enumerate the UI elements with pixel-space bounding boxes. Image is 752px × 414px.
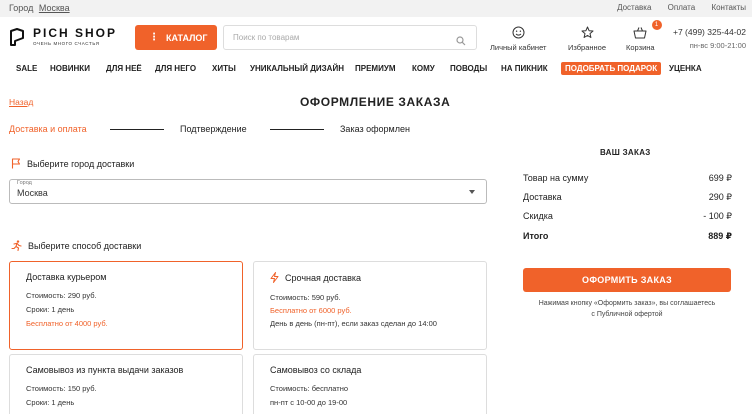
delivery-option-name-row: Срочная доставка: [270, 272, 361, 283]
top-link-payment[interactable]: Оплата: [668, 3, 696, 12]
phone-number[interactable]: +7 (499) 325-44-02: [673, 27, 746, 37]
search-icon[interactable]: [456, 33, 466, 51]
back-link[interactable]: Назад: [9, 97, 33, 107]
nav-item-for-her[interactable]: ДЛЯ НЕЁ: [106, 64, 142, 73]
delivery-option-name: Срочная доставка: [285, 272, 362, 283]
smile-icon: [490, 25, 546, 40]
city-field-value: Москва: [17, 188, 48, 198]
nav-item-picnic[interactable]: НА ПИКНИК: [501, 64, 548, 73]
delivery-option-term: Сроки: 1 день: [26, 305, 75, 314]
delivery-option-express[interactable]: Срочная доставка Стоимость: 590 руб. Бес…: [253, 261, 487, 350]
summary-label: Товар на сумму: [523, 173, 589, 183]
delivery-option-free-from: Бесплатно от 4000 руб.: [26, 319, 108, 328]
city-section-heading: Выберите город доставки: [11, 158, 134, 169]
summary-row-total: Итого 889 ₽: [523, 231, 732, 242]
nav-item-new[interactable]: НОВИНКИ: [50, 64, 90, 73]
summary-label: Доставка: [523, 192, 562, 202]
main-nav: SALE НОВИНКИ ДЛЯ НЕЁ ДЛЯ НЕГО ХИТЫ УНИКА…: [0, 62, 752, 78]
summary-value: - 100 ₽: [703, 211, 732, 221]
city-link[interactable]: Москва: [39, 3, 70, 13]
summary-value: 290 ₽: [708, 192, 732, 202]
running-man-icon: [11, 240, 22, 251]
delivery-option-name: Самовывоз со склада: [270, 365, 362, 375]
account-label: Личный кабинет: [490, 43, 547, 52]
order-summary-title: ВАШ ЗАКАЗ: [600, 148, 651, 157]
working-hours: пн-вс 9:00-21:00: [689, 41, 746, 50]
logo[interactable]: PICH SHOP очень много счастья: [9, 27, 117, 46]
logo-mark-icon: [9, 27, 25, 46]
delivery-heading-text: Выберите способ доставки: [28, 240, 142, 251]
flag-icon: [11, 158, 21, 169]
nav-item-unique-design[interactable]: УНИКАЛЬНЫЙ ДИЗАЙН: [250, 64, 344, 73]
catalog-button[interactable]: ⋮ КАТАЛОГ: [135, 25, 217, 50]
dropdown-arrow-icon: [469, 190, 475, 194]
delivery-option-hours: пн-пт с 10-00 до 19-00: [270, 398, 348, 407]
delivery-option-warehouse-pickup[interactable]: Самовывоз со склада Стоимость: бесплатно…: [253, 354, 487, 414]
step-confirmation: Подтверждение: [180, 124, 247, 134]
delivery-option-pickup-point[interactable]: Самовывоз из пункта выдачи заказов Стоим…: [9, 354, 243, 414]
summary-label: Скидка: [523, 211, 553, 221]
agreement-text: Нажимая кнопку «Оформить заказ», вы согл…: [538, 300, 716, 307]
logo-slogan: очень много счастья: [33, 41, 100, 46]
nav-item-markdown[interactable]: УЦЕНКА: [669, 64, 702, 73]
star-icon: [568, 25, 606, 40]
search-input[interactable]: [233, 33, 433, 42]
logo-name: PICH SHOP: [33, 26, 118, 40]
nav-item-sale[interactable]: SALE: [16, 64, 37, 73]
nav-item-for-him[interactable]: ДЛЯ НЕГО: [155, 64, 196, 73]
step-delivery-payment: Доставка и оплата: [9, 124, 87, 134]
cart-link[interactable]: 1 Корзина: [626, 20, 662, 52]
summary-label: Итого: [523, 231, 549, 241]
favorites-link[interactable]: Избранное: [568, 25, 606, 52]
place-order-button[interactable]: ОФОРМИТЬ ЗАКАЗ: [523, 268, 731, 292]
agreement-note: Нажимая кнопку «Оформить заказ», вы согл…: [523, 298, 731, 320]
summary-row-goods: Товар на сумму 699 ₽: [523, 173, 732, 184]
delivery-option-free-from: Бесплатно от 6000 руб.: [270, 306, 352, 315]
nav-item-hits[interactable]: ХИТЫ: [212, 64, 236, 73]
delivery-option-cost: Стоимость: 290 руб.: [26, 291, 97, 300]
summary-value: 699 ₽: [708, 173, 732, 183]
delivery-option-name: Самовывоз из пункта выдачи заказов: [26, 365, 184, 375]
account-link[interactable]: Личный кабинет: [490, 25, 546, 52]
delivery-option-cost: Стоимость: бесплатно: [270, 384, 349, 393]
top-link-contacts[interactable]: Контакты: [711, 3, 746, 12]
page-title: ОФОРМЛЕНИЕ ЗАКАЗА: [300, 95, 451, 109]
top-link-delivery[interactable]: Доставка: [617, 3, 651, 12]
summary-value: 889 ₽: [708, 231, 732, 241]
delivery-option-courier[interactable]: Доставка курьером Стоимость: 290 руб. Ср…: [9, 261, 243, 350]
search-box[interactable]: [223, 25, 477, 50]
summary-row-delivery: Доставка 290 ₽: [523, 192, 732, 203]
city-heading-text: Выберите город доставки: [27, 158, 135, 169]
delivery-option-cost: Стоимость: 590 руб.: [270, 293, 341, 302]
nav-item-pick-gift[interactable]: ПОДОБРАТЬ ПОДАРОК: [561, 62, 662, 75]
city-selector: Город Москва: [9, 3, 70, 13]
delivery-option-cost: Стоимость: 150 руб.: [26, 384, 97, 393]
nav-item-whom[interactable]: КОМУ: [412, 64, 435, 73]
nav-item-premium[interactable]: ПРЕМИУМ: [355, 64, 395, 73]
public-offer-link[interactable]: с Публичной офертой: [523, 309, 731, 320]
city-label: Город: [9, 3, 34, 13]
summary-row-discount: Скидка - 100 ₽: [523, 211, 732, 222]
delivery-option-term: Сроки: 1 день: [26, 398, 75, 407]
top-utility-bar: Город Москва Доставка Оплата Контакты: [0, 0, 752, 17]
delivery-option-term: День в день (пн-пт), если заказ сделан д…: [270, 319, 437, 328]
lightning-icon: [270, 272, 279, 283]
cart-count-badge: 1: [651, 20, 662, 30]
step-divider: [110, 129, 164, 130]
delivery-option-name: Доставка курьером: [26, 272, 107, 282]
delivery-section-heading: Выберите способ доставки: [11, 240, 141, 251]
step-order-complete: Заказ оформлен: [340, 124, 410, 134]
basket-icon: 1: [626, 20, 662, 40]
step-divider: [270, 129, 324, 130]
catalog-label: КАТАЛОГ: [166, 32, 208, 43]
cart-label: Корзина: [626, 43, 655, 52]
nav-item-occasions[interactable]: ПОВОДЫ: [450, 64, 487, 73]
favorites-label: Избранное: [568, 43, 607, 52]
city-field-label: Город: [17, 180, 32, 186]
contact-info: +7 (499) 325-44-02 пн-вс 9:00-21:00: [673, 27, 746, 50]
city-select[interactable]: Город Москва: [9, 179, 487, 204]
top-links: Доставка Оплата Контакты: [603, 3, 746, 12]
menu-dots-icon: ⋮: [149, 32, 159, 43]
